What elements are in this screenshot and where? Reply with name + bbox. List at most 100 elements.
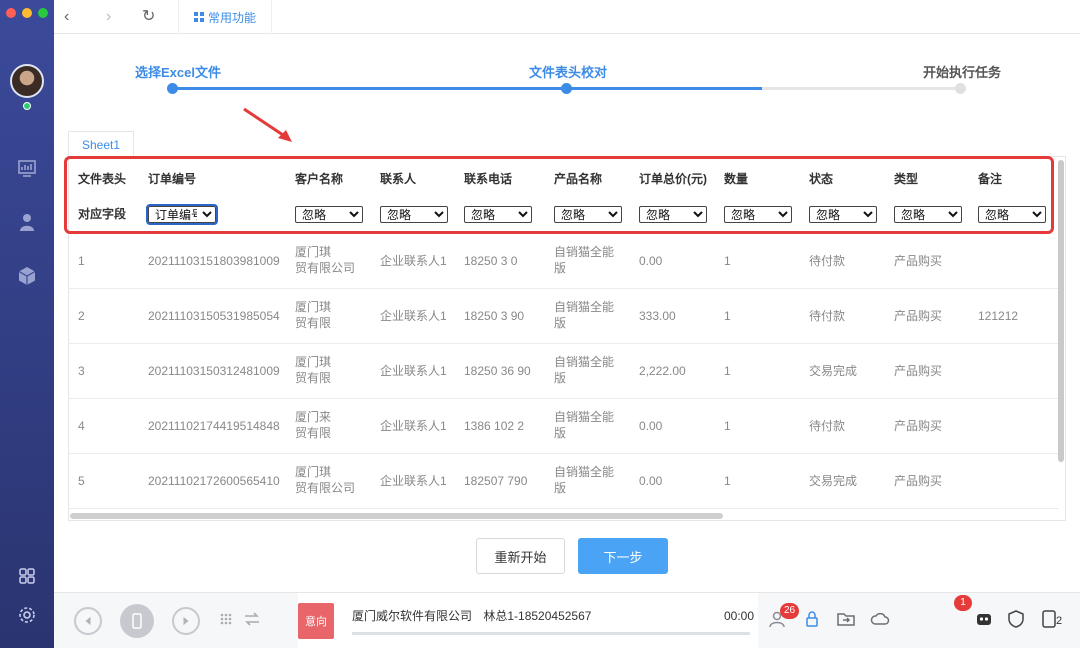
field-mapping-select[interactable]: 忽略 — [978, 206, 1046, 223]
product-name-line: 自销猫全能 — [554, 410, 615, 424]
next-icon — [183, 616, 189, 626]
product-name: 自销猫全能版 — [554, 409, 614, 441]
product-name-line: 版 — [554, 316, 567, 330]
phone-number: 1386 102 2 — [464, 419, 525, 433]
customer-name: 厦门琪 贸有限 — [295, 299, 331, 331]
product-name: 自销猫全能版 — [554, 299, 614, 331]
product-name-line: 自销猫全能 — [554, 245, 615, 259]
row-index: 5 — [78, 474, 85, 488]
intent-badge: 意向 — [298, 603, 334, 639]
settings-icon[interactable] — [17, 605, 37, 625]
contact-name: 企业联系人1 — [380, 419, 447, 433]
vertical-scrollbar[interactable] — [1058, 160, 1064, 462]
status: 待付款 — [809, 419, 846, 433]
minimize-window-button[interactable] — [22, 8, 32, 18]
header-row-label: 文件表头 — [78, 172, 127, 186]
remark: 121212 — [978, 309, 1019, 323]
cube-icon[interactable] — [17, 266, 37, 286]
chevron-right-icon[interactable]: › — [106, 8, 111, 26]
close-window-button[interactable] — [6, 8, 16, 18]
horizontal-scrollbar[interactable] — [70, 513, 723, 519]
field-mapping-select[interactable]: 忽略 — [894, 206, 962, 223]
field-mapping-select[interactable]: 忽略 — [554, 206, 622, 223]
product-name-line: 版 — [554, 481, 567, 495]
user-icon[interactable] — [17, 212, 37, 232]
field-mapping-select[interactable]: 忽略 — [809, 206, 877, 223]
column-header: 状态 — [809, 172, 834, 186]
order-number: 20211102174419514848 — [148, 419, 280, 433]
status: 交易完成 — [809, 364, 858, 378]
column-header: 产品名称 — [554, 172, 603, 186]
status: 交易完成 — [809, 474, 858, 488]
top-bar: ‹ › ↻ 常用功能 — [54, 0, 1080, 34]
customer-name-line: 厦门琪 — [295, 465, 332, 479]
table-row: 4 20211102174419514848 企业联系人1 1386 102 2 0.0… — [69, 399, 1059, 454]
field-mapping-select[interactable]: 订单编号 — [146, 204, 218, 225]
customer-name-line: 贸有限公司 — [295, 261, 356, 275]
product-name-line: 版 — [554, 261, 567, 275]
order-type: 产品购买 — [894, 419, 943, 433]
column-header: 类型 — [894, 172, 919, 186]
step-label-start-task: 开始执行任务 — [923, 65, 1002, 80]
next-call-button[interactable] — [172, 607, 200, 635]
online-status-dot — [23, 102, 31, 110]
field-mapping-select[interactable]: 忽略 — [295, 206, 363, 223]
mapping-row-label: 对应字段 — [78, 207, 127, 221]
customer-name: 厦门来 贸有限 — [295, 409, 331, 441]
restart-button[interactable]: 重新开始 — [476, 538, 565, 574]
contact-name: 企业联系人1 — [380, 474, 447, 488]
cloud-sync-icon[interactable] — [870, 609, 890, 629]
phone-button[interactable] — [120, 604, 154, 638]
customer-name: 厦门琪 贸有限公司 — [295, 244, 355, 276]
step-indicator: 选择Excel文件 文件表头校对 开始执行任务 — [54, 34, 1080, 124]
call-contact-name: 林总1-18520452567 — [483, 609, 592, 623]
product-name: 自销猫全能版 — [554, 464, 614, 496]
dialpad-icon[interactable] — [216, 609, 236, 629]
prev-call-button[interactable] — [74, 607, 102, 635]
step-dot-3 — [955, 83, 966, 94]
window-controls — [6, 8, 48, 18]
lock-icon[interactable] — [802, 609, 822, 629]
zoom-window-button[interactable] — [38, 8, 48, 18]
avatar[interactable] — [10, 64, 44, 98]
order-number: 20211103151803981009 — [148, 254, 280, 268]
table-row: 1 20211103151803981009 企业联系人1 18250 3 0 0.00… — [69, 234, 1059, 289]
field-mapping-select[interactable]: 忽略 — [464, 206, 532, 223]
field-mapping-select[interactable]: 忽略 — [724, 206, 792, 223]
table-row: 3 20211103150312481009 企业联系人1 18250 36 90 2,… — [69, 344, 1059, 399]
customer-name-line: 贸有限 — [295, 371, 332, 385]
folder-export-icon[interactable] — [836, 609, 856, 629]
order-total: 333.00 — [639, 309, 676, 323]
step-dot-2 — [561, 83, 572, 94]
refresh-icon[interactable]: ↻ — [142, 6, 155, 26]
phone-number: 182507 790 — [464, 474, 528, 488]
apps-icon[interactable] — [17, 566, 37, 586]
next-step-button[interactable]: 下一步 — [578, 538, 668, 574]
table-row: 5 20211102172600565410 企业联系人1 182507 790 0.0… — [69, 454, 1059, 509]
product-name-line: 版 — [554, 426, 567, 440]
phone-icon — [132, 613, 142, 629]
phone-number: 18250 36 90 — [464, 364, 531, 378]
order-type: 产品购买 — [894, 254, 943, 268]
customer-name: 厦门琪 贸有限公司 — [295, 464, 355, 496]
field-mapping-select[interactable]: 忽略 — [380, 206, 448, 223]
dashboard-icon[interactable] — [17, 158, 37, 178]
phone-number: 18250 3 0 — [464, 254, 518, 268]
shield-icon[interactable] — [1006, 609, 1026, 629]
column-header: 联系人 — [380, 172, 417, 186]
order-number: 20211103150312481009 — [148, 364, 280, 378]
robot-icon[interactable] — [974, 609, 994, 629]
customer-name-line: 厦门来 — [295, 410, 332, 424]
tab-common-functions[interactable]: 常用功能 — [178, 0, 272, 34]
tab-sheet1[interactable]: Sheet1 — [68, 131, 134, 157]
customer-name-line: 厦门琪 — [295, 355, 332, 369]
tab-common-functions-label: 常用功能 — [207, 10, 256, 25]
field-mapping-select[interactable]: 忽略 — [639, 206, 707, 223]
customer-name-line: 厦门琪 — [295, 300, 332, 314]
chevron-left-icon[interactable]: ‹ — [64, 8, 69, 26]
step-pending-line — [762, 87, 960, 90]
step-label-select-file: 选择Excel文件 — [135, 65, 221, 80]
transfer-icon[interactable] — [242, 609, 262, 629]
current-call-info: 意向 厦门威尔软件有限公司 林总1-18520452567 — [298, 593, 758, 648]
column-header: 订单编号 — [148, 172, 197, 186]
